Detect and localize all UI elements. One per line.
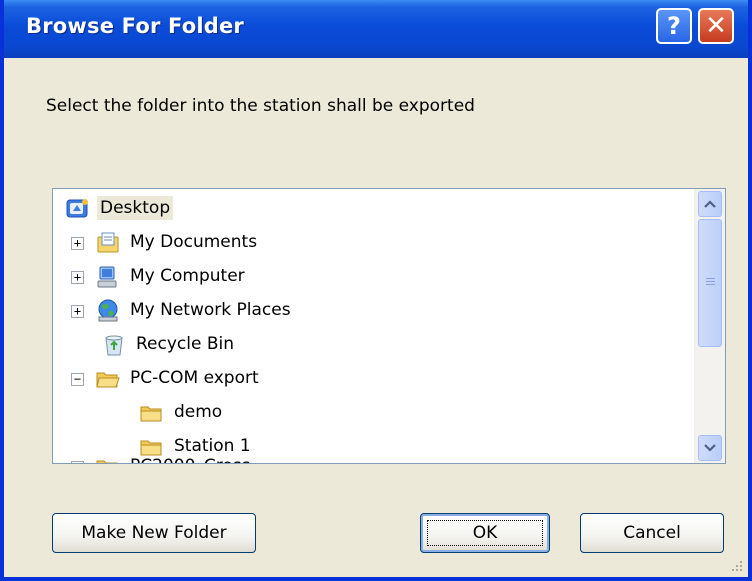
scroll-down-button[interactable] xyxy=(698,435,722,461)
grip-line xyxy=(706,281,715,282)
collapse-icon[interactable]: − xyxy=(71,373,84,386)
computer-icon xyxy=(97,266,117,288)
tree-item-label: My Computer xyxy=(130,266,245,286)
close-button[interactable]: ✕ xyxy=(698,8,734,44)
resize-grip-icon[interactable] xyxy=(728,557,744,573)
make-new-folder-button[interactable]: Make New Folder xyxy=(52,513,256,553)
help-icon: ? xyxy=(667,12,681,40)
chevron-up-icon xyxy=(704,200,716,208)
expand-icon[interactable]: + xyxy=(71,305,84,318)
scroll-up-button[interactable] xyxy=(698,191,722,217)
folder-open-icon xyxy=(96,372,120,388)
tree-item-my-computer[interactable]: + My Computer xyxy=(61,261,691,293)
desktop-icon xyxy=(66,199,88,218)
tree-item-my-documents[interactable]: + My Documents xyxy=(61,227,691,259)
browse-for-folder-dialog: Browse For Folder ? ✕ Select the folder … xyxy=(0,0,752,581)
instruction-text: Select the folder into the station shall… xyxy=(46,96,475,116)
folder-icon xyxy=(140,406,162,422)
vertical-scrollbar[interactable] xyxy=(694,189,725,463)
expand-icon[interactable]: + xyxy=(71,461,84,463)
window-title: Browse For Folder xyxy=(26,14,244,38)
expand-icon[interactable]: + xyxy=(71,237,84,250)
tree-item-label: PC-COM export xyxy=(130,368,259,388)
folder-tree[interactable]: Desktop + My Documents + My Computer + M… xyxy=(52,188,726,464)
tree-item-label: My Network Places xyxy=(130,300,291,320)
tree-item-my-network-places[interactable]: + My Network Places xyxy=(61,295,691,327)
expand-icon[interactable]: + xyxy=(71,271,84,284)
close-icon: ✕ xyxy=(705,11,727,41)
tree-item-pc-com-export[interactable]: − PC-COM export xyxy=(61,363,691,395)
recycle-bin-icon xyxy=(105,335,123,356)
tree-item-desktop[interactable]: Desktop xyxy=(61,193,691,225)
focus-rectangle xyxy=(427,520,543,546)
ok-button[interactable]: OK xyxy=(420,513,550,553)
tree-item-recycle-bin[interactable]: Recycle Bin xyxy=(61,329,691,361)
my-documents-icon xyxy=(97,232,119,253)
button-label: Cancel xyxy=(623,523,681,543)
tree-item-demo[interactable]: demo xyxy=(61,397,691,429)
button-label: Make New Folder xyxy=(81,523,227,543)
network-places-icon xyxy=(98,299,118,322)
grip-line xyxy=(706,278,715,279)
tree-item-pc2000-cross[interactable]: + PC2000_Cross xyxy=(61,451,691,463)
tree-item-label: PC2000_Cross xyxy=(127,454,254,463)
tree-item-label: My Documents xyxy=(130,232,258,252)
help-button[interactable]: ? xyxy=(656,8,692,44)
cancel-button[interactable]: Cancel xyxy=(580,513,724,553)
title-bar[interactable]: Browse For Folder ? ✕ xyxy=(4,0,748,58)
tree-item-label: Desktop xyxy=(97,196,174,220)
grip-line xyxy=(706,284,715,285)
scroll-thumb[interactable] xyxy=(698,219,722,347)
chevron-down-icon xyxy=(704,444,716,452)
tree-item-label: demo xyxy=(174,402,223,422)
folder-icon xyxy=(96,460,118,463)
tree-item-label: Recycle Bin xyxy=(136,334,235,354)
